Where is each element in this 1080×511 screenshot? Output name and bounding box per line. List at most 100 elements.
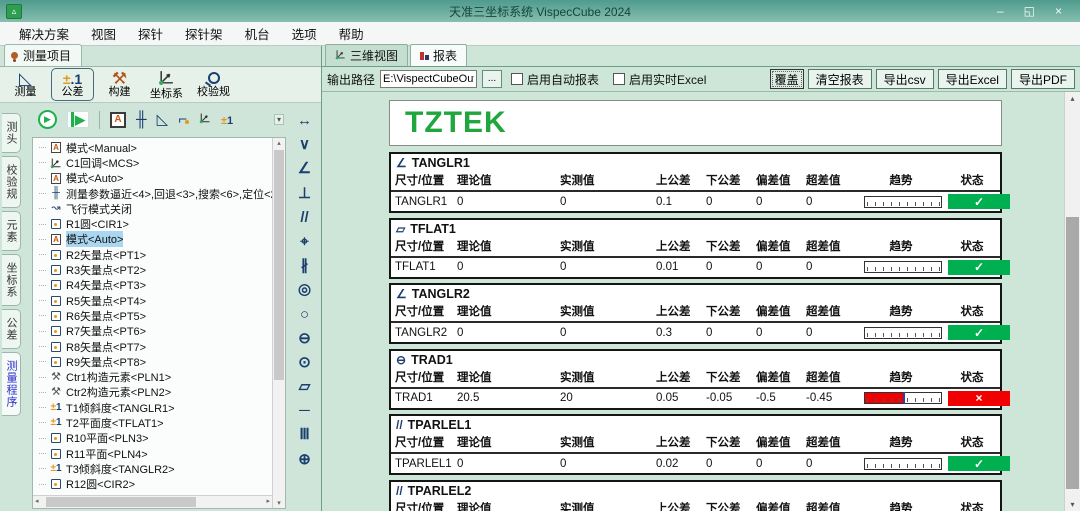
report-scrollbar[interactable]: ▴ ▾ (1064, 92, 1080, 511)
toolbar-overflow-icon[interactable]: ▾ (274, 114, 284, 125)
true-position-icon[interactable]: ⊕ (298, 452, 311, 467)
step-icon[interactable]: ▶ (67, 112, 89, 128)
tab-measurement-project[interactable]: 测量项目 (4, 44, 82, 66)
menu-item[interactable]: 选项 (281, 21, 328, 46)
tree-item[interactable]: R2矢量点<PT1> (33, 247, 272, 262)
tree-item[interactable]: R1圆<CIR1> (33, 216, 272, 231)
side-tab[interactable]: 测量程序 (2, 352, 21, 416)
tree-hscrollbar[interactable]: ◂ ▸ (33, 495, 272, 508)
concentricity-icon[interactable]: ◎ (298, 282, 311, 297)
tolerance-small-icon[interactable]: ±1 (221, 112, 233, 127)
straightness-icon[interactable]: ─ (299, 403, 310, 418)
button-覆盖[interactable]: 覆盖 (770, 69, 804, 89)
tree-item[interactable]: R7矢量点<PT6> (33, 324, 272, 339)
roundness-icon[interactable]: ○ (300, 307, 309, 322)
tree-item[interactable]: C1回调<MCS> (33, 155, 272, 170)
angularity-icon[interactable]: ∠ (298, 161, 311, 176)
ribbon-button-公差[interactable]: ±.1公差 (51, 68, 94, 101)
tree-item[interactable]: ±1T3倾斜度<TANGLR2> (33, 461, 272, 476)
tree-item[interactable]: ⚒Ctr2构造元素<PLN2> (33, 385, 272, 400)
button-导出csv[interactable]: 导出csv (876, 69, 934, 89)
tree-item[interactable]: R9矢量点<PT8> (33, 354, 272, 369)
output-path-input[interactable] (380, 70, 477, 88)
tree-item[interactable]: R5矢量点<PT4> (33, 293, 272, 308)
scroll-down-icon[interactable]: ▾ (1065, 500, 1080, 509)
ribbon-button-构建[interactable]: ⚒构建 (98, 68, 141, 101)
tree-item[interactable]: ⚒Ctr1构造元素<PLN1> (33, 369, 272, 384)
column-header: 尺寸/位置 (391, 434, 453, 450)
button-清空报表[interactable]: 清空报表 (808, 69, 872, 89)
tab-三维视图[interactable]: 三维视图 (325, 44, 408, 66)
checkbox-label: 启用实时Excel (629, 71, 706, 88)
menu-item[interactable]: 探针 (127, 21, 174, 46)
corner-icon[interactable]: ⌐ (178, 112, 189, 127)
side-tab[interactable]: 校验规 (2, 156, 21, 208)
params-icon[interactable]: ╫ (136, 112, 147, 127)
tree-item[interactable]: R10平面<PLN3> (33, 431, 272, 446)
cell-out: 0 (802, 458, 858, 470)
scroll-left-icon[interactable]: ◂ (35, 497, 39, 505)
scroll-down-icon[interactable]: ▾ (273, 499, 285, 507)
perpendicularity-icon[interactable]: ⊥ (298, 186, 311, 201)
close-icon[interactable]: × (1055, 4, 1062, 18)
button-导出PDF[interactable]: 导出PDF (1011, 69, 1075, 89)
tree-item[interactable]: ±1T2平面度<TFLAT1> (33, 415, 272, 430)
maximize-icon[interactable]: ◱ (1024, 4, 1035, 18)
parallelism-icon: // (396, 484, 403, 498)
ribbon-button-测量[interactable]: ◺测量 (4, 68, 47, 101)
tree-item[interactable]: R4矢量点<PT3> (33, 278, 272, 293)
measure-small-icon[interactable]: ◺ (157, 112, 169, 127)
tree-item[interactable]: R11平面<PLN4> (33, 446, 272, 461)
checkbox[interactable] (511, 73, 523, 85)
report-scroll-thumb[interactable] (1066, 217, 1079, 489)
symmetry-icon[interactable]: ∦ (301, 258, 309, 273)
scroll-right-icon[interactable]: ▸ (266, 497, 270, 505)
point-icon (49, 479, 63, 489)
side-tab[interactable]: 公差 (2, 309, 21, 349)
side-tab[interactable]: 元素 (2, 211, 21, 251)
tree-item[interactable]: R6矢量点<PT5> (33, 308, 272, 323)
tree-item[interactable]: A模式<Auto> (33, 171, 272, 186)
checkbox[interactable] (613, 73, 625, 85)
parallelism-icon[interactable]: // (300, 210, 308, 225)
profile-icon[interactable]: Ⅲ (299, 427, 309, 442)
side-tab[interactable]: 坐标系 (2, 254, 21, 306)
tree-vscrollbar[interactable]: ▴ ▾ (272, 138, 285, 508)
menu-item[interactable]: 探针架 (174, 21, 234, 46)
position-icon[interactable]: ⌖ (300, 234, 308, 249)
tree-item[interactable]: A模式<Auto> (33, 232, 272, 247)
side-tab[interactable]: 测头 (2, 113, 21, 153)
button-导出Excel[interactable]: 导出Excel (938, 69, 1007, 89)
window-title: 天准三坐标系统 VispecCube 2024 (0, 3, 1080, 20)
tree-item[interactable]: R8矢量点<PT7> (33, 339, 272, 354)
cylindricity-icon[interactable]: ⊖ (298, 331, 311, 346)
tree-item[interactable]: A模式<Manual> (33, 140, 272, 155)
auto-mode-icon[interactable]: A (110, 112, 126, 128)
tree-item[interactable]: ↝飞行模式关闭 (33, 201, 272, 216)
scroll-up-icon[interactable]: ▴ (1065, 94, 1080, 103)
tree-item[interactable]: ±1T1倾斜度<TANGLR1> (33, 400, 272, 415)
angle-icon[interactable]: ∨ (299, 137, 310, 152)
flatness-icon[interactable]: ▱ (299, 379, 311, 394)
tree-item[interactable]: ╫测量参数逼近<4>,回退<3>,搜索<6>,定位<2: (33, 186, 272, 201)
axes-small-icon[interactable] (199, 112, 211, 127)
vscroll-thumb[interactable] (274, 150, 284, 380)
tree-item[interactable]: R12圆<CIR2> (33, 477, 272, 492)
status-badge: ✓ (948, 456, 1010, 471)
distance-icon[interactable]: ↔ (297, 113, 312, 128)
runout-icon[interactable]: ⊙ (298, 355, 311, 370)
play-icon[interactable]: ▶ (38, 110, 57, 129)
point-icon (49, 342, 63, 352)
menu-item[interactable]: 视图 (80, 21, 127, 46)
browse-button[interactable]: ... (482, 70, 502, 88)
menu-item[interactable]: 帮助 (328, 21, 375, 46)
ribbon-button-校验规[interactable]: 校验规 (192, 68, 235, 101)
minimize-icon[interactable]: – (997, 4, 1004, 18)
ribbon-button-坐标系[interactable]: 坐标系 (145, 68, 188, 101)
scroll-up-icon[interactable]: ▴ (273, 139, 285, 147)
menu-item[interactable]: 机台 (234, 21, 281, 46)
hscroll-thumb[interactable] (46, 497, 196, 507)
menu-item[interactable]: 解决方案 (8, 21, 80, 46)
tree-item[interactable]: R3矢量点<PT2> (33, 262, 272, 277)
tab-报表[interactable]: 报表 (410, 44, 467, 66)
